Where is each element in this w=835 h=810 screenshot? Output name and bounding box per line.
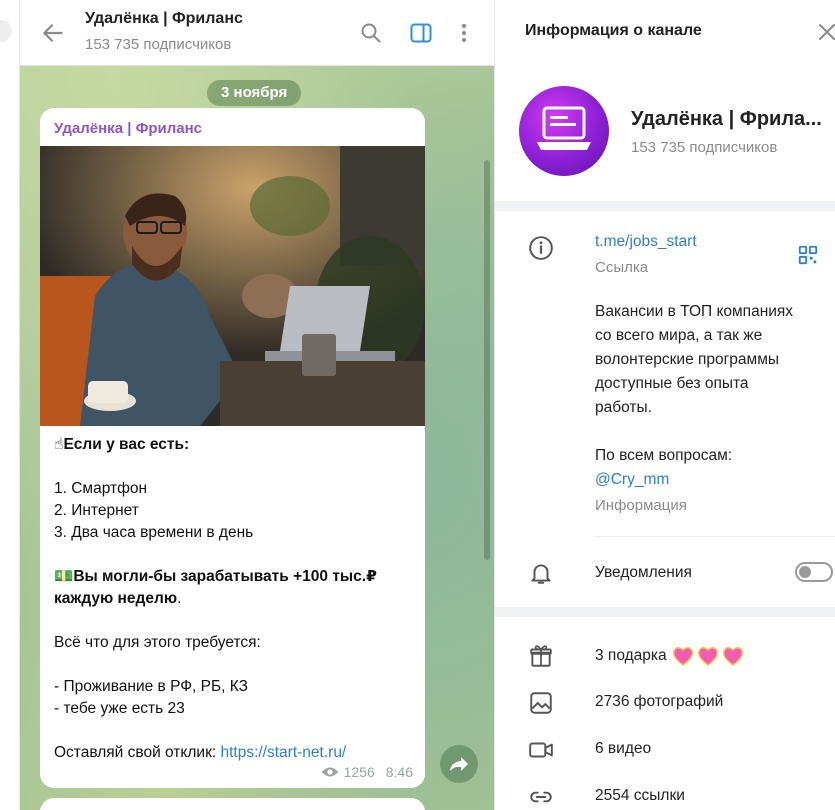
links-item[interactable]: 2554 ссылки [595, 784, 685, 808]
videos-item[interactable]: 6 видео [595, 737, 651, 761]
section-separator [495, 607, 835, 617]
description-line: со всего мира, а так же [595, 327, 763, 344]
money-emoji: 💵 [54, 568, 74, 585]
laptop-icon [537, 106, 591, 150]
chat-title[interactable]: Удалёнка | Фриланс [85, 10, 243, 28]
channel-info-panel: Информация о канале Удалёнка | Фрила... … [494, 0, 835, 810]
chat-panel: Удалёнка | Фриланс 153 735 подписчиков 3… [20, 0, 494, 810]
description-line: волонтерские программы [595, 351, 780, 368]
link-label: Ссылка [595, 259, 649, 276]
back-arrow-icon[interactable] [40, 20, 66, 46]
list-item: 3. Два часа времени в день [54, 524, 254, 541]
divider [595, 536, 835, 537]
notifications-label: Уведомления [595, 564, 692, 581]
message-bubble[interactable]: Удалёнка | Фриланс ☝Если у вас есть: 1. … [40, 108, 425, 788]
cta-link[interactable]: https://start-net.ru/ [220, 744, 346, 761]
text-line-earnings: 💵Вы могли-бы зарабатывать +100 тыс.₽ [54, 568, 377, 585]
list-item: - Проживание в РФ, РБ, КЗ [54, 678, 248, 695]
chat-list-edge [0, 0, 20, 810]
next-message-bubble[interactable] [40, 798, 425, 810]
questions-text: По всем вопросам: [595, 447, 733, 464]
text-line-cta: Оставляй свой отклик: https://start-net.… [54, 744, 347, 761]
list-item: 2. Интернет [54, 502, 139, 519]
photo-icon [530, 692, 552, 714]
gift-hearts-icon [672, 647, 743, 666]
channel-subscribers: 153 735 подписчиков [631, 139, 778, 156]
bell-icon [531, 564, 551, 584]
info-icon [529, 236, 553, 260]
description-line: Вакансии в ТОП компаниях [595, 303, 794, 320]
text-line-earnings-2: каждую неделю. [54, 590, 182, 607]
channel-avatar[interactable] [519, 86, 609, 176]
more-vertical-icon[interactable] [452, 21, 476, 45]
gift-icon [530, 645, 552, 667]
message-text: ☝Если у вас есть: 1. Смартфон 2. Интерне… [54, 434, 414, 764]
search-icon[interactable] [359, 21, 383, 45]
info-label: Информация [595, 497, 687, 514]
channel-description: Вакансии в ТОП компаниях со всего мира, … [595, 300, 825, 492]
notifications-toggle[interactable] [795, 562, 833, 582]
close-icon[interactable] [815, 20, 835, 44]
views-count: 1256 [343, 764, 375, 780]
section-separator [495, 201, 835, 211]
message-photo[interactable] [40, 146, 425, 426]
text-line-conditions: ☝Если у вас есть: [54, 436, 190, 453]
qr-code-icon[interactable] [797, 244, 819, 266]
list-item: - тебе уже есть 23 [54, 700, 185, 717]
description-line: доступные без опыта [595, 375, 749, 392]
gifts-item[interactable]: 3 подарка [595, 644, 747, 668]
message-time: 8:46 [385, 764, 413, 780]
message-sender[interactable]: Удалёнка | Фриланс [54, 120, 202, 137]
info-panel-title: Информация о канале [525, 22, 702, 39]
link-icon [530, 791, 552, 803]
sidebar-toggle-icon[interactable] [409, 21, 433, 45]
channel-link[interactable]: t.me/jobs_start [595, 233, 697, 251]
chat-header: Удалёнка | Фриланс 153 735 подписчиков [20, 0, 494, 66]
views-eye-icon [321, 767, 338, 777]
share-button[interactable] [440, 745, 478, 783]
forward-arrow-icon [450, 757, 468, 771]
video-icon [529, 742, 553, 758]
toggle-knob [799, 566, 811, 578]
chat-subscribers: 153 735 подписчиков [85, 36, 232, 53]
description-line: работы. [595, 399, 652, 416]
photos-item[interactable]: 2736 фотографий [595, 690, 723, 714]
contact-link[interactable]: @Cry_mm [595, 468, 825, 492]
chat-scrollbar[interactable] [484, 160, 490, 560]
date-separator: 3 ноября [207, 80, 302, 106]
channel-name: Удалёнка | Фрила... [631, 108, 822, 130]
chat-list-avatar[interactable] [0, 20, 12, 42]
text-line-requirements: Всё что для этого требуется: [54, 634, 261, 651]
list-item: 1. Смартфон [54, 480, 148, 497]
message-meta: 1256 8:46 [321, 764, 413, 780]
